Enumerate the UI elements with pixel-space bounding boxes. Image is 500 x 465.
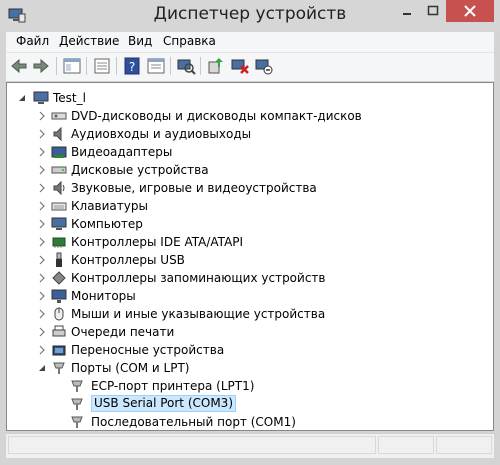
expand-arrow-icon[interactable]	[37, 129, 47, 139]
tree-category-label: Переносные устройства	[71, 343, 225, 357]
back-icon	[11, 58, 27, 74]
tree-category-label: Мыши и иные указывающие устройства	[71, 307, 326, 321]
tree-root-label: Test_l	[53, 91, 86, 105]
scan-hardware-button[interactable]	[176, 56, 196, 76]
help-icon: ?	[124, 57, 140, 75]
usb-icon	[56, 252, 62, 267]
minimize-button[interactable]	[394, 0, 420, 22]
properties-button[interactable]	[146, 56, 166, 76]
tree-category-label: Компьютер	[71, 217, 143, 231]
toolbar-separator	[200, 57, 201, 75]
sound-icon	[53, 180, 65, 196]
show-hidden-icon	[94, 58, 110, 74]
device-manager-window: Диспетчер устройств Файл Действие Вид Сп…	[0, 0, 500, 465]
computer-icon	[33, 91, 49, 104]
close-button[interactable]	[446, 0, 494, 22]
properties-panel-button[interactable]	[62, 56, 82, 76]
tree-device-label: Последовательный порт (COM1)	[91, 415, 296, 429]
forward-icon	[33, 58, 49, 74]
close-icon	[464, 5, 476, 17]
collapse-arrow-icon[interactable]	[37, 363, 47, 373]
tree-category-label: Звуковые, игровые и видеоустройства	[71, 181, 317, 195]
tree-category-label: Контроллеры USB	[71, 253, 185, 267]
menu-file[interactable]: Файл	[16, 34, 49, 48]
tree-category-label: Аудиовходы и аудиовыходы	[71, 127, 252, 141]
expand-arrow-icon[interactable]	[37, 255, 47, 265]
menu-bar: Файл Действие Вид Справка	[6, 32, 494, 52]
mouse-icon	[54, 307, 64, 321]
monitor-icon	[51, 289, 67, 303]
expand-arrow-icon[interactable]	[37, 327, 47, 337]
show-hidden-button[interactable]	[92, 56, 112, 76]
tree-category-label: DVD-дисководы и дисководы компакт-дисков	[71, 109, 362, 123]
expand-arrow-icon[interactable]	[37, 183, 47, 193]
menu-action[interactable]: Действие	[59, 34, 119, 48]
expand-arrow-icon[interactable]	[37, 291, 47, 301]
uninstall-device-icon	[231, 59, 249, 74]
menu-help[interactable]: Справка	[163, 34, 216, 48]
update-driver-icon	[208, 58, 223, 74]
tree-category-label: Контроллеры запоминающих устройств	[71, 271, 326, 285]
expand-arrow-icon[interactable]	[37, 237, 47, 247]
port-icon	[71, 398, 83, 410]
maximize-button[interactable]	[420, 0, 446, 22]
status-pane-3	[436, 436, 492, 454]
tree-category-label: Дисковые устройства	[71, 163, 209, 177]
status-pane-2	[378, 436, 434, 454]
tree-category-label: Очереди печати	[71, 325, 175, 339]
expand-arrow-icon[interactable]	[37, 165, 47, 175]
portable-device-icon	[52, 345, 66, 356]
storage-controller-icon	[52, 271, 66, 285]
computer-icon	[51, 217, 67, 230]
tree-device-label: USB Serial Port (COM3)	[91, 395, 236, 412]
scan-hardware-icon	[177, 59, 196, 75]
tree-category-label: Контроллеры IDE ATA/ATAPI	[71, 235, 244, 249]
toolbar: ?	[6, 52, 494, 81]
help-button[interactable]: ?	[122, 56, 142, 76]
expand-arrow-icon[interactable]	[37, 147, 47, 157]
device-tree[interactable]: Test_l DVD-дисководы и дисководы компакт…	[6, 82, 494, 431]
disk-drive-icon	[51, 166, 67, 174]
back-button[interactable]	[9, 56, 29, 76]
status-pane-main	[8, 436, 376, 454]
menu-view[interactable]: Вид	[128, 34, 152, 48]
toolbar-separator	[86, 57, 87, 75]
tree-category-label: Мониторы	[71, 289, 136, 303]
update-driver-button[interactable]	[206, 56, 226, 76]
toolbar-separator	[170, 57, 171, 75]
keyboard-icon	[51, 202, 67, 211]
expand-arrow-icon[interactable]	[37, 309, 47, 319]
properties-icon	[147, 58, 165, 74]
printer-icon	[52, 325, 66, 337]
minimize-icon	[403, 13, 411, 15]
port-icon	[71, 416, 83, 428]
expand-arrow-icon[interactable]	[37, 111, 47, 121]
properties-panel-icon	[63, 58, 81, 74]
title-bar[interactable]: Диспетчер устройств	[0, 0, 500, 32]
disable-device-button[interactable]	[254, 56, 274, 76]
maximize-icon	[427, 5, 439, 16]
forward-button[interactable]	[31, 56, 51, 76]
tree-device-label: ECP-порт принтера (LPT1)	[91, 379, 255, 393]
toolbar-separator	[116, 57, 117, 75]
port-icon	[71, 380, 83, 392]
dvd-drive-icon	[51, 112, 67, 120]
tree-category-label: Видеоадаптеры	[71, 145, 173, 159]
disable-device-icon	[255, 59, 273, 75]
status-bar	[6, 433, 494, 458]
speaker-icon	[53, 126, 62, 142]
expand-arrow-icon[interactable]	[37, 273, 47, 283]
svg-text:?: ?	[129, 60, 135, 74]
expand-arrow-icon[interactable]	[37, 201, 47, 211]
collapse-arrow-icon[interactable]	[17, 93, 27, 103]
ide-controller-icon	[52, 237, 66, 248]
tree-category-label: Порты (COM и LPT)	[71, 361, 190, 375]
expand-arrow-icon[interactable]	[37, 345, 47, 355]
uninstall-device-button[interactable]	[230, 56, 250, 76]
expand-arrow-icon[interactable]	[37, 219, 47, 229]
tree-category-label: Клавиатуры	[71, 199, 148, 213]
port-icon	[53, 362, 65, 374]
display-adapter-icon	[51, 146, 67, 158]
toolbar-separator	[56, 57, 57, 75]
